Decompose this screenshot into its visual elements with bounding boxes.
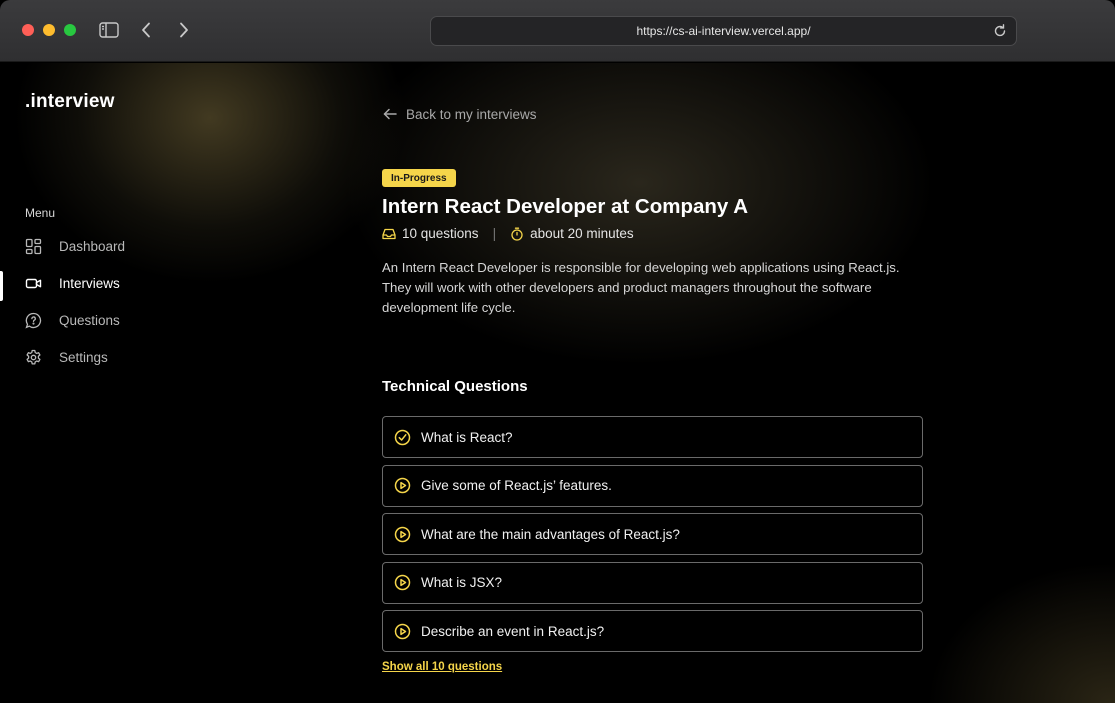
page-title: Intern React Developer at Company A xyxy=(382,195,749,218)
interview-meta: 10 questions | about 20 minutes xyxy=(382,226,634,241)
question-text: Describe an event in React.js? xyxy=(421,623,605,639)
address-bar[interactable]: https://cs-ai-interview.vercel.app/ xyxy=(430,16,1017,46)
interview-description: An Intern React Developer is responsible… xyxy=(382,260,900,315)
forward-arrow-icon[interactable] xyxy=(174,18,194,42)
sidebar-item-interviews[interactable]: Interviews xyxy=(0,268,300,301)
sidebar-item-label: Interviews xyxy=(59,275,120,291)
page-content: .interview Menu Dashboard Interviews Que… xyxy=(0,63,1115,703)
play-circle-icon xyxy=(394,574,411,591)
arrow-left-icon xyxy=(382,106,398,122)
back-arrow-icon[interactable] xyxy=(136,18,156,42)
duration: about 20 minutes xyxy=(530,226,634,241)
app-logo[interactable]: .interview xyxy=(25,91,115,113)
reload-icon[interactable] xyxy=(992,23,1008,39)
question-item[interactable]: Describe an event in React.js? xyxy=(382,610,923,652)
sidebar-item-dashboard[interactable]: Dashboard xyxy=(0,231,300,261)
close-window-button[interactable] xyxy=(22,24,34,36)
question-count: 10 questions xyxy=(402,226,479,241)
show-all-questions-link[interactable]: Show all 10 questions xyxy=(382,661,502,673)
question-item[interactable]: What is React? xyxy=(382,416,923,458)
sidebar-toggle-icon[interactable] xyxy=(97,18,121,42)
stopwatch-icon xyxy=(510,227,524,241)
browser-toolbar: https://cs-ai-interview.vercel.app/ xyxy=(0,0,1115,62)
question-text: What is React? xyxy=(421,429,513,445)
status-badge: In-Progress xyxy=(382,169,456,187)
gear-icon xyxy=(25,349,42,366)
section-title: Technical Questions xyxy=(382,378,528,395)
sidebar-item-label: Questions xyxy=(59,312,120,328)
question-item[interactable]: Give some of React.js’ features. xyxy=(382,464,923,507)
menu-heading: Menu xyxy=(25,206,56,220)
question-text: What is JSX? xyxy=(421,575,503,590)
dashboard-icon xyxy=(25,238,42,255)
play-circle-icon xyxy=(394,623,411,640)
maximize-window-button[interactable] xyxy=(64,24,76,36)
back-to-interviews-link[interactable]: Back to my interviews xyxy=(382,106,537,122)
inbox-icon xyxy=(382,227,396,241)
play-circle-icon xyxy=(394,526,411,543)
url-text: https://cs-ai-interview.vercel.app/ xyxy=(636,24,811,38)
check-circle-icon xyxy=(394,429,411,446)
question-item[interactable]: What are the main advantages of React.js… xyxy=(382,513,923,555)
play-circle-icon xyxy=(394,477,411,494)
sidebar-item-label: Settings xyxy=(59,349,108,365)
question-text: Give some of React.js’ features. xyxy=(421,478,612,493)
question-item[interactable]: What is JSX? xyxy=(382,561,923,604)
question-text: What are the main advantages of React.js… xyxy=(421,526,680,542)
question-bubble-icon xyxy=(25,312,42,329)
video-icon xyxy=(25,275,42,292)
meta-divider: | xyxy=(492,226,497,241)
sidebar-item-questions[interactable]: Questions xyxy=(0,305,300,335)
question-list: What is React? Give some of React.js’ fe… xyxy=(382,416,923,659)
sidebar-item-settings[interactable]: Settings xyxy=(0,342,300,372)
minimize-window-button[interactable] xyxy=(43,24,55,36)
sidebar-item-label: Dashboard xyxy=(59,238,126,254)
back-link-label: Back to my interviews xyxy=(406,106,537,122)
